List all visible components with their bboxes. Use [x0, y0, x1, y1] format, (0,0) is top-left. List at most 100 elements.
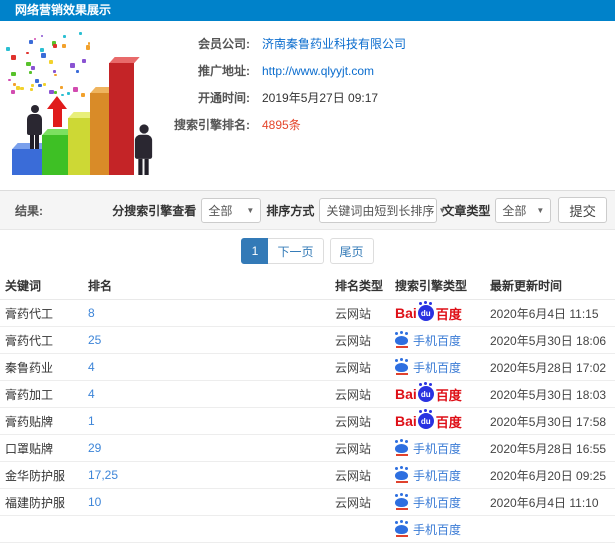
- mobile-baidu-underline: [395, 454, 408, 456]
- confetti-dot: [34, 78, 39, 83]
- header-rank: 排名: [88, 279, 113, 293]
- keyword-cell: 膏药加工: [5, 387, 54, 402]
- engine-cell: 手机百度: [390, 440, 487, 457]
- mobile-baidu-paw-icon: [395, 521, 408, 534]
- mobile-baidu-paw-icon: [395, 359, 408, 372]
- rank-link[interactable]: 4: [88, 360, 95, 374]
- confetti-dot: [82, 59, 87, 64]
- confetti-dot: [10, 54, 16, 60]
- rank-type-cell: 云网站: [335, 468, 372, 483]
- confetti-dot: [15, 86, 20, 91]
- title-bar: 网络营销效果展示: [0, 0, 615, 21]
- baidu-logo-bai-text: Bai: [395, 386, 417, 402]
- mobile-baidu-label: 手机百度: [413, 333, 462, 348]
- rank-cell: 1: [83, 414, 335, 428]
- up-arrow-icon: [53, 107, 62, 127]
- rank-link[interactable]: 10: [88, 495, 101, 509]
- table-row: 手机百度: [0, 516, 615, 543]
- chart-bar-green: [42, 135, 71, 175]
- filter-bar: 结果: 分搜索引擎查看 全部 ▼ 排序方式 关键词由短到长排序 ▼ 文章类型 全…: [0, 190, 615, 230]
- confetti-dot: [73, 87, 78, 92]
- engine-cell: Bai du 百度: [390, 410, 487, 431]
- baidu-logo-bai-text: Bai: [395, 413, 417, 429]
- last-page-button[interactable]: 尾页: [329, 238, 374, 264]
- confetti-dot: [26, 61, 32, 67]
- baidu-logo-cn-text: 百度: [435, 387, 462, 403]
- member-company-label: 会员公司:: [198, 37, 250, 51]
- confetti-dot: [33, 37, 37, 41]
- updated-cell: 2020年5月30日 18:03: [490, 387, 607, 402]
- baidu-logo-icon: Bai du 百度: [395, 302, 462, 323]
- baidu-logo-du-text: du: [420, 308, 431, 318]
- confetti-dot: [62, 34, 67, 39]
- rank-cell: 4: [83, 360, 335, 374]
- confetti-dot: [61, 93, 64, 97]
- engine-view-filter-label: 分搜索引擎查看: [112, 203, 197, 218]
- mobile-baidu-label: 手机百度: [413, 468, 462, 483]
- mobile-baidu-paw-icon: [395, 467, 408, 480]
- baidu-logo-icon: Bai du 百度: [395, 410, 462, 431]
- mobile-baidu-underline: [395, 535, 408, 537]
- table-row: 膏药代工 8 云网站 Bai du 百度 2020年6月4日 11:15: [0, 300, 615, 327]
- submit-button[interactable]: 提交: [558, 197, 607, 223]
- confetti-dot: [69, 63, 75, 69]
- keyword-cell: 膏药代工: [5, 333, 54, 348]
- confetti-dot: [67, 91, 71, 96]
- table-row: 金华防护服 17,25 云网站 手机百度 2020年6月20日 09:25: [0, 462, 615, 489]
- member-info-rows: 会员公司: 济南秦鲁药业科技有限公司 推广地址: http://www.qlyy…: [168, 30, 615, 138]
- rank-type-cell: 云网站: [335, 333, 372, 348]
- rank-link[interactable]: 25: [88, 333, 101, 347]
- mobile-baidu-icon: [395, 359, 408, 375]
- baidu-logo-du-text: du: [420, 416, 431, 426]
- keyword-cell: 膏药代工: [5, 306, 54, 321]
- engine-cell: 手机百度: [390, 332, 487, 349]
- page-button-1[interactable]: 1: [241, 238, 269, 264]
- open-time-value: 2019年5月27日 09:17: [262, 91, 379, 105]
- rank-type-cell: 云网站: [335, 495, 372, 510]
- confetti-dot: [29, 40, 34, 45]
- table-body: 膏药代工 8 云网站 Bai du 百度 2020年6月4日 11:15 膏药代工 25 云网站手…: [0, 300, 615, 543]
- header-keyword: 关键词: [5, 279, 42, 293]
- baidu-logo-cn-text: 百度: [435, 306, 462, 322]
- engine-cell: Bai du 百度: [390, 383, 487, 404]
- mobile-baidu-label: 手机百度: [413, 522, 462, 537]
- confetti-dot: [29, 87, 34, 91]
- confetti-dot: [40, 34, 44, 38]
- mobile-baidu-icon: [395, 332, 408, 348]
- next-page-button[interactable]: 下一页: [268, 238, 324, 264]
- updated-cell: 2020年6月4日 11:10: [490, 495, 599, 510]
- article-type-select[interactable]: 全部 ▼: [495, 197, 552, 223]
- growth-chart-illustration: [6, 27, 168, 183]
- mobile-baidu-label: 手机百度: [413, 495, 462, 510]
- sort-select[interactable]: 关键词由短到长排序 ▼: [319, 197, 446, 223]
- baidu-paw-icon: du: [417, 383, 434, 402]
- rank-link[interactable]: 17,25: [88, 468, 118, 482]
- rank-link[interactable]: 1: [88, 414, 95, 428]
- rank-link[interactable]: 8: [88, 306, 95, 320]
- promo-url-link[interactable]: http://www.qlyyjt.com: [262, 64, 374, 78]
- rank-link[interactable]: 4: [88, 387, 95, 401]
- pagination: 1 下一页 尾页: [0, 230, 615, 272]
- baidu-logo-du-text: du: [420, 389, 431, 399]
- confetti-dot: [53, 44, 57, 48]
- confetti-dot: [75, 70, 79, 74]
- member-company-link[interactable]: 济南秦鲁药业科技有限公司: [262, 35, 406, 52]
- table-row: 福建防护服 10 云网站 手机百度 2020年6月4日 11:10: [0, 489, 615, 516]
- keyword-cell: 膏药贴牌: [5, 414, 54, 429]
- baidu-paw-icon: du: [417, 302, 434, 321]
- confetti-dot: [41, 53, 46, 58]
- confetti-dot: [85, 45, 91, 50]
- confetti-dot: [40, 48, 44, 53]
- keyword-cell: 金华防护服: [5, 468, 66, 483]
- chart-bar-blue: [12, 149, 44, 175]
- engine-rank-count: 4895条: [262, 118, 301, 132]
- sort-selected-value: 关键词由短到长排序: [326, 203, 435, 218]
- confetti-dot: [53, 69, 57, 73]
- mobile-baidu-underline: [395, 346, 408, 348]
- rank-cell: 4: [83, 387, 335, 401]
- rank-link[interactable]: 29: [88, 441, 101, 455]
- engine-view-select[interactable]: 全部 ▼: [201, 197, 262, 223]
- confetti-dot: [81, 92, 86, 97]
- header-rank-type: 排名类型: [335, 279, 384, 293]
- chevron-down-icon: ▼: [246, 205, 255, 215]
